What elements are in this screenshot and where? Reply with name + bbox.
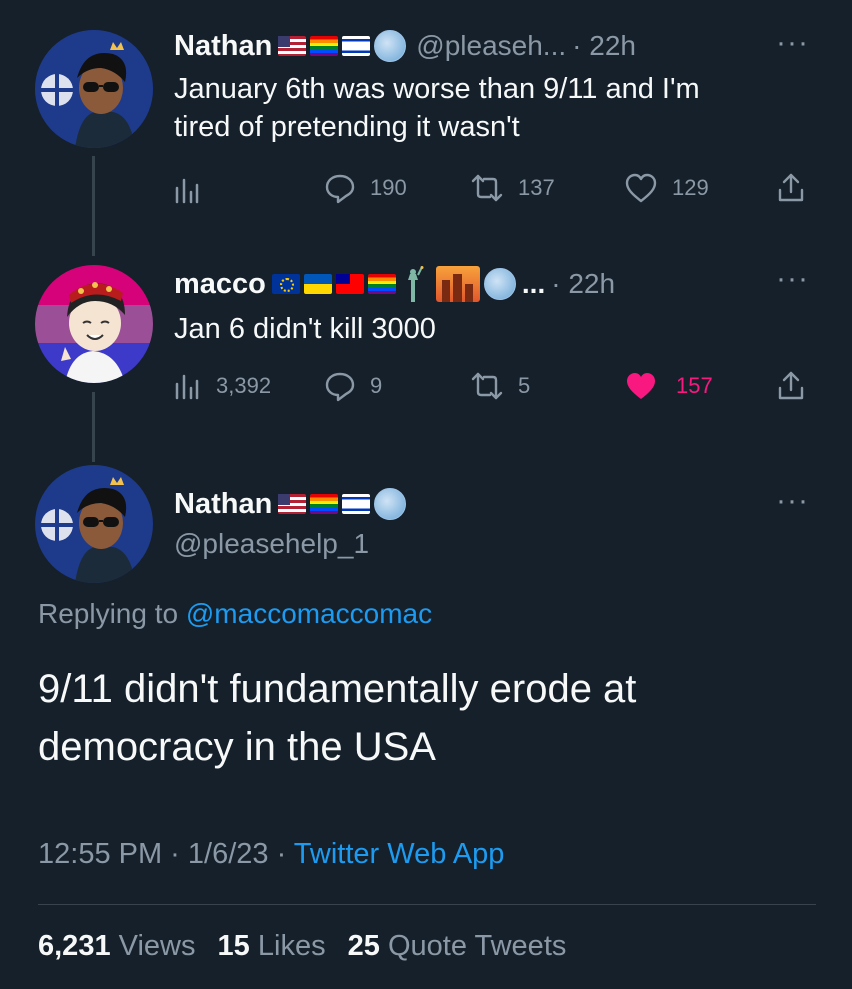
thread-connector: [92, 156, 95, 256]
tweet1-like-button[interactable]: 129: [624, 172, 709, 204]
avatar-nathan[interactable]: [35, 30, 153, 148]
tweet2-like-count: 157: [676, 373, 713, 398]
likes-count: 15: [217, 930, 250, 962]
main-text-line2: democracy in the USA: [38, 725, 436, 769]
ukraine-flag-icon: [303, 274, 332, 294]
tweet2-retweet-count: 5: [518, 373, 531, 398]
globe-icon: [483, 268, 516, 300]
main-handle[interactable]: @pleasehelp_1: [174, 528, 369, 560]
tweet1-text-line2: tired of pretending it wasn't: [174, 111, 520, 143]
reply-icon: [324, 370, 356, 402]
reply-icon: [324, 172, 356, 204]
tweet1-retweet-count: 137: [518, 175, 555, 200]
taiwan-flag-icon: [335, 274, 364, 294]
quotes-label: Quote Tweets: [387, 930, 567, 962]
tweet2-view-count: 3,392: [216, 373, 272, 398]
israel-flag-icon: [342, 494, 371, 514]
replying-prefix: Replying to: [38, 598, 179, 629]
tweet2-reply-button[interactable]: 9: [324, 370, 382, 402]
tweet1-retweet-button[interactable]: 137: [470, 172, 555, 204]
tweet2-author-name[interactable]: macco: [174, 268, 266, 301]
pride-flag-icon: [367, 274, 396, 294]
us-flag-icon: [278, 36, 307, 56]
main-tweet-text: 9/11 didn't fundamentally erode at democ…: [38, 660, 636, 776]
tweet1-time[interactable]: · 22h: [572, 30, 636, 62]
statue-of-liberty-icon: [400, 266, 426, 302]
main-meta: 12:55 PM · 1/6/23 · Twitter Web App: [38, 838, 504, 871]
views-label: Views: [118, 930, 196, 962]
flag-icons: [278, 488, 407, 520]
tweet1-reply-button[interactable]: 190: [324, 172, 407, 204]
main-more-icon[interactable]: ···: [776, 484, 809, 518]
main-header: Nathan: [174, 486, 407, 522]
flag-icons: [278, 30, 407, 62]
analytics-icon: [174, 372, 200, 400]
main-source-link[interactable]: Twitter Web App: [294, 838, 505, 870]
tweet2-retweet-button[interactable]: 5: [470, 370, 530, 402]
tweet2-reply-count: 9: [370, 373, 383, 398]
views-stat[interactable]: 6,231 Views: [38, 930, 204, 962]
avatar-nathan[interactable]: [35, 465, 153, 583]
retweet-icon: [470, 172, 504, 204]
likes-stat[interactable]: 15 Likes: [218, 930, 334, 962]
like-icon-active: [624, 370, 658, 402]
eu-flag-icon: [271, 274, 300, 294]
replying-to: Replying to @maccomaccomac: [38, 598, 432, 630]
likes-label: Likes: [257, 930, 326, 962]
tweet1-reply-count: 190: [370, 175, 407, 200]
avatar-macco[interactable]: [35, 265, 153, 383]
israel-flag-icon: [342, 36, 371, 56]
tweet1-header: Nathan @pleaseh... · 22h: [174, 28, 636, 64]
tweet2-header: macco ... · 22h: [174, 264, 615, 304]
pride-flag-icon: [310, 494, 339, 514]
tweet2-like-button[interactable]: 157: [624, 370, 713, 402]
views-count: 6,231: [38, 930, 111, 962]
replying-handle-link[interactable]: @maccomaccomac: [186, 598, 432, 629]
flag-icons: [271, 266, 516, 302]
thread-connector: [92, 392, 95, 462]
tweet1-text: January 6th was worse than 9/11 and I'm …: [174, 70, 700, 146]
us-flag-icon: [278, 494, 307, 514]
main-engagement: 6,231 Views 15 Likes 25 Quote Tweets: [38, 930, 566, 963]
main-timestamp[interactable]: 12:55 PM · 1/6/23 ·: [38, 838, 286, 870]
pride-flag-icon: [310, 36, 339, 56]
retweet-icon: [470, 370, 504, 402]
main-text-line1: 9/11 didn't fundamentally erode at: [38, 667, 637, 711]
quotes-stat[interactable]: 25 Quote Tweets: [348, 930, 567, 962]
tweet2-more-icon[interactable]: ···: [776, 262, 809, 296]
quotes-count: 25: [347, 930, 380, 962]
tweet2-text: Jan 6 didn't kill 3000: [174, 313, 436, 345]
globe-icon: [374, 488, 407, 520]
main-author-name[interactable]: Nathan: [174, 488, 272, 521]
tweet1-text-line1: January 6th was worse than 9/11 and I'm: [174, 73, 700, 105]
tweet1-author-name[interactable]: Nathan: [174, 30, 272, 63]
cityscape-icon: [435, 266, 480, 302]
divider: [38, 904, 816, 905]
tweet2-views-button[interactable]: 3,392: [174, 372, 271, 400]
tweet1-handle[interactable]: @pleaseh...: [416, 30, 566, 62]
tweet2-share-icon[interactable]: [776, 370, 806, 402]
globe-icon: [374, 30, 407, 62]
tweet1-like-count: 129: [672, 175, 709, 200]
tweet1-analytics-icon[interactable]: [174, 176, 200, 204]
tweet2-time[interactable]: · 22h: [551, 268, 615, 300]
tweet1-more-icon[interactable]: ···: [776, 26, 809, 60]
tweet2-handle[interactable]: ...: [522, 268, 545, 300]
tweet1-share-icon[interactable]: [776, 172, 806, 204]
like-icon: [624, 172, 658, 204]
